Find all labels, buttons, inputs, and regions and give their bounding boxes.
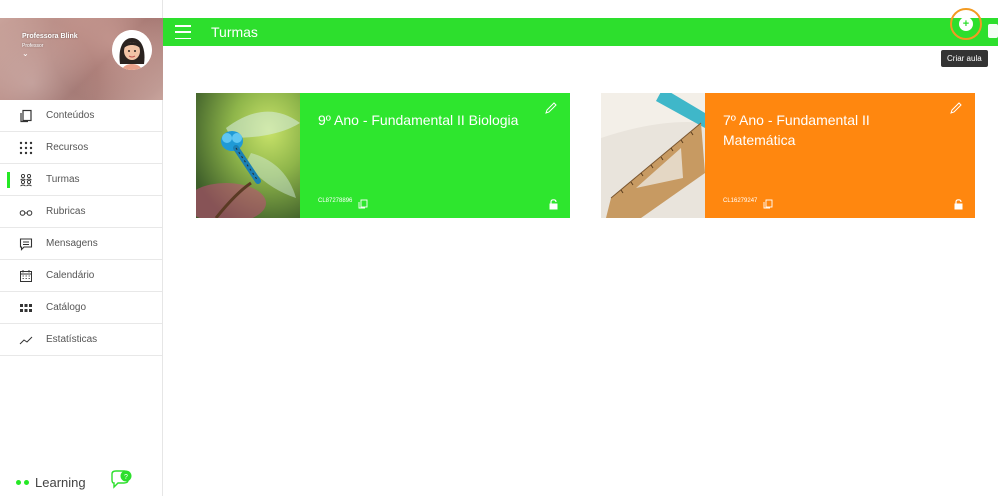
sidebar-item-turmas[interactable]: Turmas	[0, 164, 162, 196]
copy-icon	[18, 108, 34, 124]
lock-icon[interactable]	[549, 197, 558, 210]
class-card[interactable]: 7º Ano - Fundamental II Matemática CL162…	[601, 93, 975, 218]
sidebar-item-label: Rubricas	[46, 206, 86, 217]
profile-header[interactable]: Professora Blink Professor ⌄	[0, 18, 163, 100]
sidebar-item-conteudos[interactable]: Conteúdos	[0, 100, 162, 132]
pencil-edit-icon[interactable]	[949, 101, 963, 115]
copy-code-icon[interactable]	[763, 196, 773, 209]
lock-icon[interactable]	[954, 197, 963, 210]
sidebar-item-estatisticas[interactable]: Estatísticas	[0, 324, 162, 356]
class-code-text: CL16279247	[723, 198, 758, 204]
class-code: CL16279247	[723, 196, 773, 209]
sidebar-item-label: Catálogo	[46, 302, 87, 313]
grid-dots-icon	[18, 140, 34, 156]
class-card-image-dragonfly	[196, 93, 300, 218]
brand-logo: Learning	[16, 475, 86, 490]
hamburger-menu-icon[interactable]	[175, 25, 191, 39]
sidebar-item-calendario[interactable]: Calendário	[0, 260, 162, 292]
page-title: Turmas	[211, 24, 258, 40]
sidebar-item-mensagens[interactable]: Mensagens	[0, 228, 162, 260]
sidebar-item-catalogo[interactable]: Catálogo	[0, 292, 162, 324]
notification-icon[interactable]	[988, 24, 998, 38]
sidebar-item-label: Estatísticas	[46, 334, 98, 345]
pencil-edit-icon[interactable]	[544, 101, 558, 115]
svg-text:?: ?	[124, 474, 128, 481]
avatar[interactable]	[112, 30, 152, 70]
class-code: CL87278896	[318, 196, 368, 209]
class-card-body[interactable]: 7º Ano - Fundamental II Matemática CL162…	[705, 93, 975, 218]
calendar-icon	[18, 268, 34, 284]
brand-name: Learning	[35, 475, 86, 490]
help-chat-icon[interactable]: ?	[110, 470, 134, 490]
sidebar-item-label: Conteúdos	[46, 110, 95, 121]
brand-dots	[16, 480, 29, 485]
class-card-title[interactable]: 9º Ano - Fundamental II Biologia	[318, 110, 530, 130]
class-card-title[interactable]: 7º Ano - Fundamental II Matemática	[723, 110, 935, 150]
profile-name: Professora Blink	[22, 33, 78, 40]
copy-code-icon[interactable]	[358, 196, 368, 209]
class-code-text: CL87278896	[318, 198, 353, 204]
class-card-image-ruler	[601, 93, 705, 218]
sidebar-nav: Conteúdos Recursos Turmas Rubricas Mensa…	[0, 100, 162, 356]
sidebar-item-label: Calendário	[46, 270, 95, 281]
sidebar-item-rubricas[interactable]: Rubricas	[0, 196, 162, 228]
class-card-body[interactable]: 9º Ano - Fundamental II Biologia CL87278…	[300, 93, 570, 218]
glasses-icon	[18, 204, 34, 220]
users-icon	[18, 172, 34, 188]
plus-circle-icon: +	[959, 17, 973, 31]
sidebar-item-label: Mensagens	[46, 238, 98, 249]
add-class-button[interactable]: +	[950, 8, 982, 40]
add-class-tooltip: Criar aula	[941, 50, 988, 67]
chevron-down-icon[interactable]: ⌄	[22, 50, 29, 58]
message-icon	[18, 236, 34, 252]
sidebar-item-label: Turmas	[46, 174, 80, 185]
catalog-grid-icon	[18, 300, 34, 316]
app-root: Professora Blink Professor ⌄ Conteúdos R…	[0, 0, 998, 496]
trend-line-icon	[18, 332, 34, 348]
sidebar-item-recursos[interactable]: Recursos	[0, 132, 162, 164]
sidebar-item-label: Recursos	[46, 142, 89, 153]
top-bar: Turmas	[163, 18, 998, 46]
sidebar: Professora Blink Professor ⌄ Conteúdos R…	[0, 0, 163, 496]
class-card[interactable]: 9º Ano - Fundamental II Biologia CL87278…	[196, 93, 570, 218]
